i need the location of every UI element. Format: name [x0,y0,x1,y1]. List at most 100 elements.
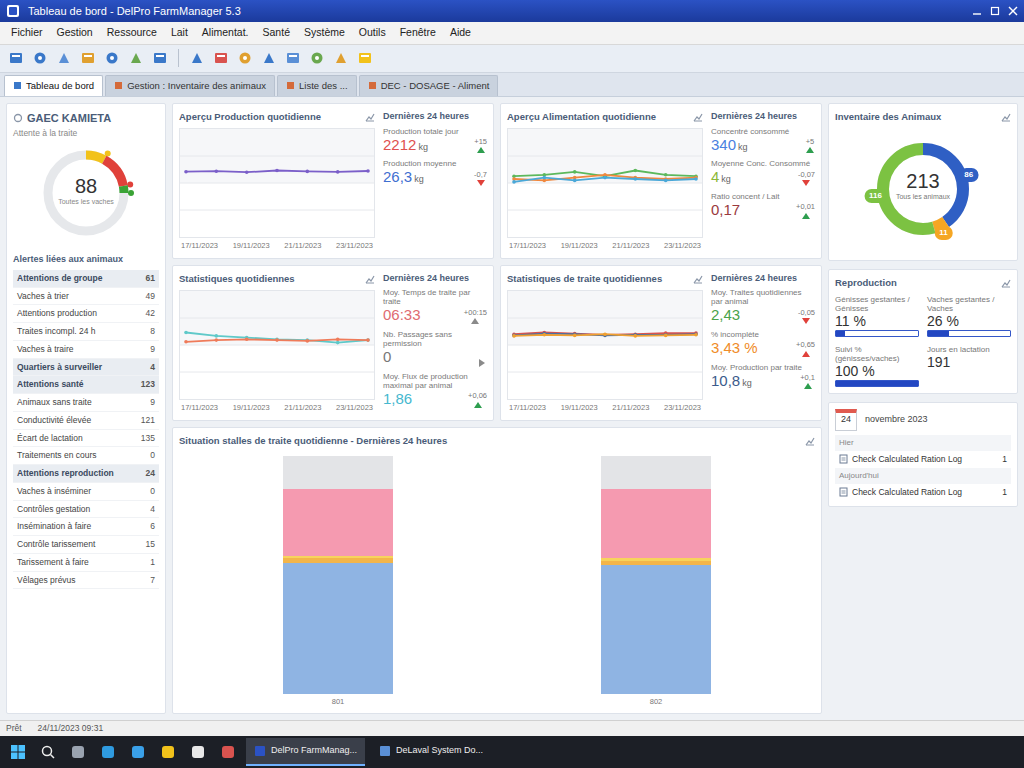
alert-row[interactable]: Tarissement à faire1 [13,554,159,572]
window-title: Tableau de bord - DelPro FarmManager 5.3 [28,3,241,20]
alert-row[interactable]: Traitements en cours0 [13,447,159,465]
chart-link-icon[interactable] [365,112,375,122]
stat-value-row: 2,43-0,05 [711,306,815,325]
toolbar-button[interactable] [187,48,207,68]
toolbar-button[interactable] [235,48,255,68]
maximize-icon[interactable] [990,6,1000,16]
close-icon[interactable] [1008,6,1018,16]
taskbar-app[interactable]: DelPro FarmManag... [246,738,365,766]
chart-link-icon[interactable] [693,112,703,122]
alert-row[interactable]: Attentions production42 [13,305,159,323]
alert-row[interactable]: Traites incompl. 24 h8 [13,323,159,341]
chart-link-icon[interactable] [1001,278,1011,288]
tab-label[interactable]: Tableau de bord [26,79,94,93]
taskbar-app[interactable]: DeLaval System Do... [371,738,491,766]
calendar-item[interactable]: Check Calculated Ration Log1 [835,451,1011,468]
alert-row[interactable]: Attentions reproduction24 [13,465,159,483]
alert-label: Quartiers à surveiller [17,361,102,374]
toolbar-button[interactable] [211,48,231,68]
menu-item[interactable]: Système [297,23,352,43]
menu-item[interactable]: Fenêtre [393,23,443,43]
stat-entry: Nb. Passages sans permission0 [383,330,487,367]
delta-text: +15 [474,138,487,146]
alert-row[interactable]: Insémination à faire6 [13,518,159,536]
alert-row[interactable]: Attentions de groupe61 [13,270,159,288]
stats-list: Dernières 24 heuresMoy. Traites quotidie… [711,272,815,414]
tab[interactable]: DEC - DOSAGE - Aliment [359,75,499,96]
pinned-app[interactable] [156,740,180,764]
menu-item[interactable]: Ressource [100,23,164,43]
alert-count: 135 [141,432,155,445]
search-button[interactable] [36,740,60,764]
tab[interactable]: Gestion : Inventaire des animaux [105,75,275,96]
alert-count: 4 [150,361,155,374]
alert-row[interactable]: Vaches à trier49 [13,288,159,306]
menu-item[interactable]: Aide [443,23,478,43]
pinned-app[interactable] [66,740,90,764]
x-axis: 17/11/202319/11/202321/11/202323/11/2023 [179,400,375,413]
stacked-bar-chart: 801802 [179,448,815,707]
calendar-item-count: 1 [1002,453,1007,466]
pinned-app[interactable] [96,740,120,764]
menu-item[interactable]: Fichier [4,23,50,43]
alert-row[interactable]: Écart de lactation135 [13,430,159,448]
pinned-app[interactable] [126,740,150,764]
alert-count: 1 [150,556,155,569]
alert-row[interactable]: Quartiers à surveiller 4 [13,359,159,377]
line-chart [507,128,703,238]
alert-row[interactable]: Vaches à traire9 [13,341,159,359]
toolbar-button[interactable] [54,48,74,68]
panel-title: Situation stalles de traite quotidienne … [179,434,447,448]
chart-link-icon[interactable] [1001,112,1011,122]
calendar-item[interactable]: Check Calculated Ration Log1 [835,484,1011,501]
toolbar-button[interactable] [283,48,303,68]
alert-row[interactable]: Vaches à inséminer0 [13,483,159,501]
pinned-app[interactable] [216,740,240,764]
alert-row[interactable]: Vêlages prévus7 [13,572,159,590]
x-label: 21/11/2023 [612,402,649,413]
chart-link-icon[interactable] [365,274,375,284]
toolbar-button[interactable] [150,48,170,68]
tab-label[interactable]: Liste des ... [299,79,348,93]
trend-arrow [474,402,482,408]
pinned-app[interactable] [186,740,210,764]
toolbar-button[interactable] [331,48,351,68]
tab[interactable]: Tableau de bord [4,75,103,96]
taskbar-app-label[interactable]: DeLaval System Do... [396,744,483,758]
tool-icon [237,50,253,66]
tab-label[interactable]: Gestion : Inventaire des animaux [127,79,266,93]
toolbar-button[interactable] [102,48,122,68]
toolbar-button[interactable] [259,48,279,68]
alert-count: 0 [150,485,155,498]
toolbar-button[interactable] [126,48,146,68]
taskbar-app-label[interactable]: DelPro FarmManag... [271,744,357,758]
alert-row[interactable]: Animaux sans traite9 [13,394,159,412]
alert-row[interactable]: Contrôles gestation4 [13,501,159,519]
toolbar-button[interactable] [6,48,26,68]
line-chart-plot [180,291,374,399]
tab[interactable]: Liste des ... [277,75,357,96]
alert-row[interactable]: Attentions santé123 [13,376,159,394]
minimize-icon[interactable] [972,6,982,16]
menu-item[interactable]: Alimentat. [195,23,256,43]
reproduction-panel: ReproductionGénisses gestantes / Génisse… [828,269,1018,394]
alert-row[interactable]: Contrôle tarissement15 [13,536,159,554]
toolbar-button[interactable] [355,48,375,68]
toolbar-button[interactable] [30,48,50,68]
start-button[interactable] [6,740,30,764]
menu-item[interactable]: Lait [164,23,195,43]
alert-row[interactable]: Conductivité élevée121 [13,412,159,430]
refresh-icon[interactable] [13,113,23,123]
tab-page-icon [114,81,123,90]
menu-item[interactable]: Outils [352,23,393,43]
delta-text: +00:15 [464,309,487,317]
toolbar-button[interactable] [78,48,98,68]
toolbar-button[interactable] [307,48,327,68]
chart-link-icon[interactable] [805,436,815,446]
stat-entry: Ratio concent / Lait0,17+0,01 [711,192,815,220]
window-controls [972,6,1018,16]
chart-link-icon[interactable] [693,274,703,284]
menu-item[interactable]: Gestion [50,23,100,43]
tab-label[interactable]: DEC - DOSAGE - Aliment [381,79,490,93]
menu-item[interactable]: Santé [256,23,297,43]
